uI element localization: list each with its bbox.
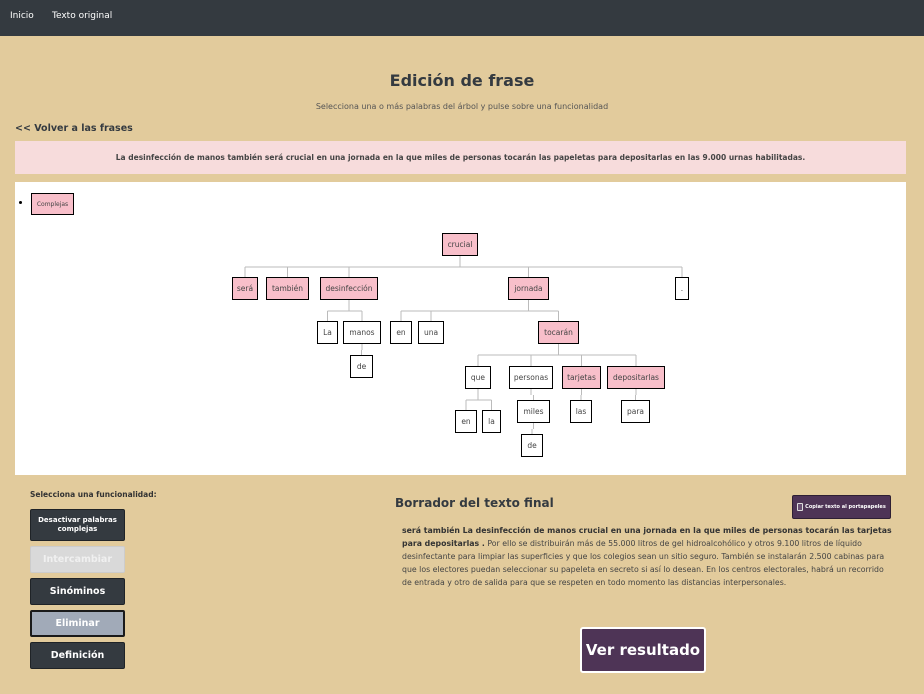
- sentence-box: La desinfección de manos también será cr…: [15, 141, 906, 174]
- tree-node[interactable]: crucial: [442, 233, 478, 256]
- tree-node[interactable]: para: [621, 400, 650, 423]
- tree-node[interactable]: La: [317, 321, 338, 344]
- nav-home-link[interactable]: Inicio: [10, 11, 34, 21]
- copy-button-label: Copiar texto al portapapeles: [805, 504, 886, 510]
- nav-original-text-link[interactable]: Texto original: [52, 11, 112, 21]
- tree-node[interactable]: desinfección: [320, 277, 378, 300]
- complex-words-badge[interactable]: Complejas: [31, 193, 74, 215]
- sentence-text: La desinfección de manos también será cr…: [115, 153, 806, 162]
- tree-node[interactable]: miles: [517, 400, 550, 423]
- view-result-button[interactable]: Ver resultado: [580, 627, 706, 673]
- synonyms-button[interactable]: Sinóminos: [30, 578, 125, 605]
- tree-node[interactable]: manos: [343, 321, 381, 344]
- back-to-sentences-link[interactable]: << Volver a las frases: [15, 123, 133, 134]
- tree-node[interactable]: de: [521, 434, 543, 457]
- page-subtitle: Selecciona una o más palabras del árbol …: [315, 102, 609, 111]
- page-title: Edición de frase: [389, 71, 535, 90]
- tree-node[interactable]: .: [675, 277, 689, 300]
- tree-node[interactable]: las: [570, 400, 592, 423]
- tree-node[interactable]: en: [390, 321, 412, 344]
- tree-node[interactable]: será: [232, 277, 258, 300]
- tree-node[interactable]: de: [350, 355, 373, 378]
- tree-node[interactable]: la: [482, 410, 501, 433]
- swap-button[interactable]: Intercambiar: [30, 546, 125, 573]
- tree-node[interactable]: en: [455, 410, 477, 433]
- definition-button[interactable]: Definición: [30, 642, 125, 669]
- tree-node[interactable]: también: [266, 277, 309, 300]
- tree-node[interactable]: tocarán: [538, 321, 579, 344]
- tree-node[interactable]: que: [465, 366, 491, 389]
- functionality-label: Selecciona una funcionalidad:: [30, 490, 157, 499]
- tree-node[interactable]: jornada: [508, 277, 549, 300]
- tree-node[interactable]: tarjetas: [562, 366, 601, 389]
- navbar: Inicio Texto original: [0, 0, 924, 36]
- tree-panel: Complejas crucial será también desinfecc…: [15, 182, 906, 475]
- toggle-complex-words-button[interactable]: Desactivar palabras complejas: [30, 509, 125, 541]
- tree-node[interactable]: depositarlas: [607, 366, 665, 389]
- delete-button[interactable]: Eliminar: [30, 610, 125, 637]
- copy-to-clipboard-button[interactable]: Copiar texto al portapapeles: [792, 495, 891, 519]
- draft-title: Borrador del texto final: [395, 496, 554, 510]
- clipboard-icon: [797, 503, 804, 511]
- tree-node[interactable]: una: [418, 321, 444, 344]
- draft-text: será también La desinfección de manos cr…: [402, 524, 892, 589]
- tree-node[interactable]: personas: [509, 366, 553, 389]
